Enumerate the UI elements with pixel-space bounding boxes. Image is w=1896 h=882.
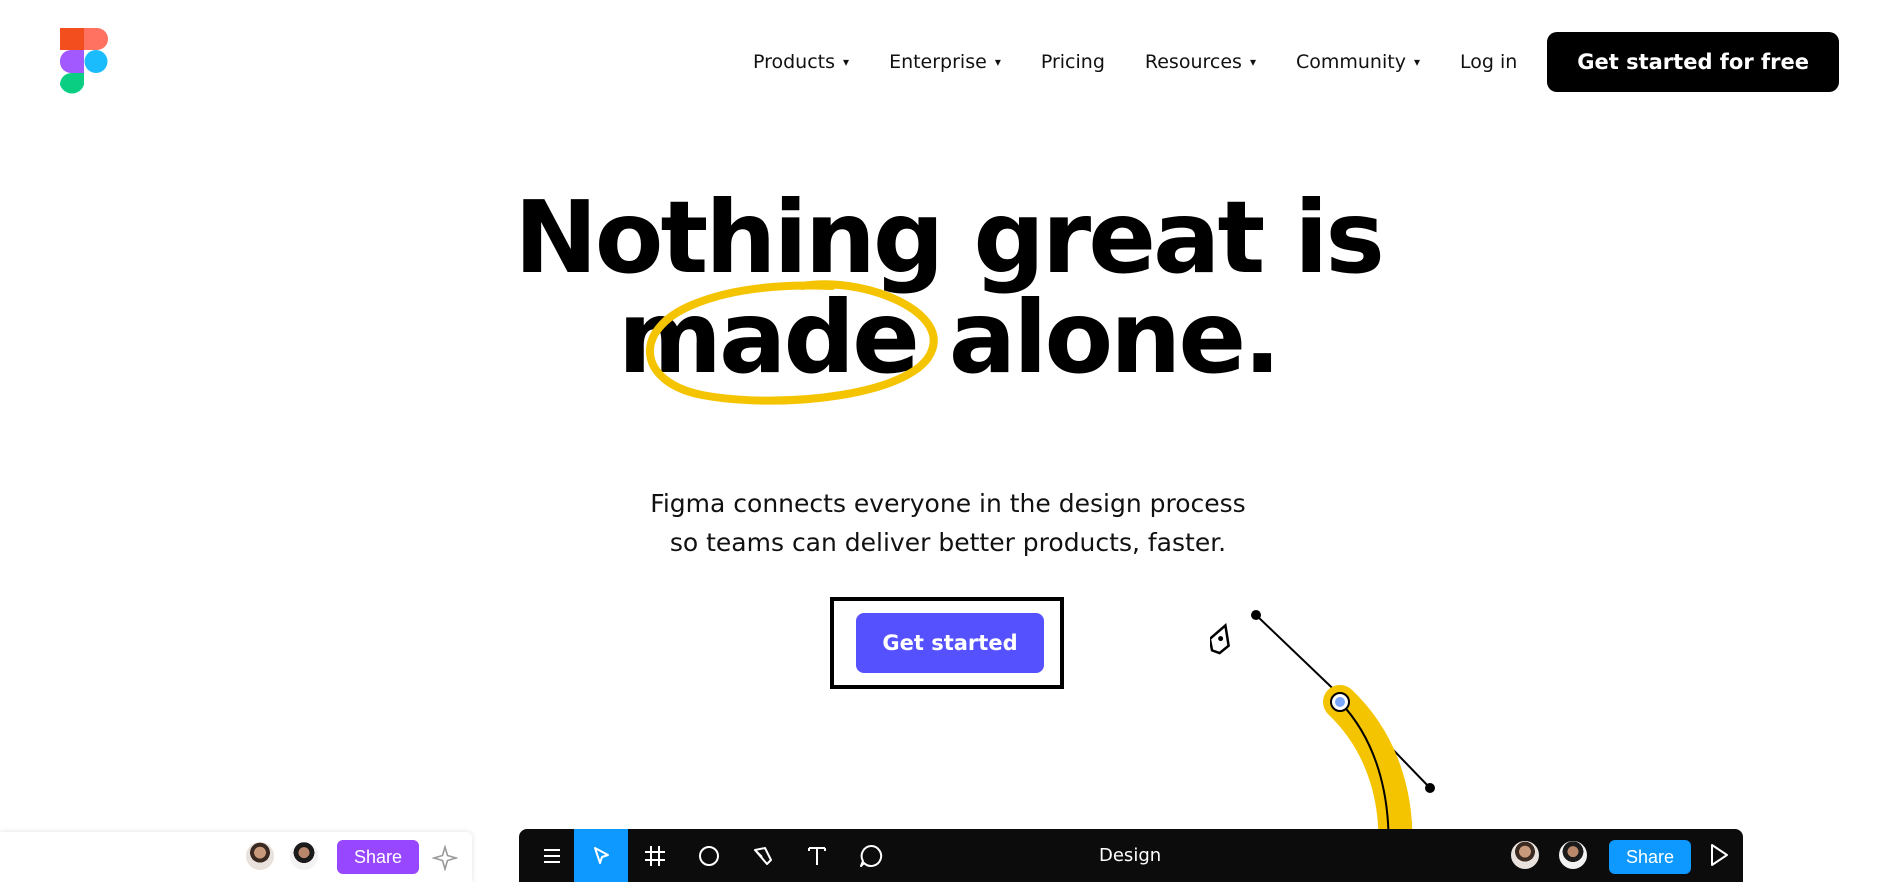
top-nav: Products ▾ Enterprise ▾ Pricing Resource… <box>753 32 1839 92</box>
nav-pricing-label: Pricing <box>1040 51 1105 73</box>
nav-products[interactable]: Products ▾ <box>753 51 849 73</box>
design-tab-label[interactable]: Design <box>1099 829 1161 882</box>
nav-community-label: Community <box>1295 51 1406 73</box>
menu-icon[interactable] <box>525 829 579 882</box>
avatar <box>244 840 276 872</box>
chevron-down-icon: ▾ <box>1249 55 1256 69</box>
get-started-button[interactable]: Get started <box>856 613 1044 673</box>
avatar <box>288 840 320 872</box>
avatar <box>1509 839 1541 871</box>
nav-login-label: Log in <box>1459 51 1518 73</box>
highlight-circle-icon <box>646 280 938 405</box>
figma-logo-icon[interactable] <box>58 26 110 98</box>
hero-subtitle-line1: Figma connects everyone in the design pr… <box>650 489 1246 518</box>
nav-pricing[interactable]: Pricing <box>1041 51 1105 73</box>
nav-resources[interactable]: Resources ▾ <box>1145 51 1256 73</box>
get-started-free-button[interactable]: Get started for free <box>1547 32 1839 92</box>
avatar <box>1557 839 1589 871</box>
text-icon[interactable] <box>790 829 844 882</box>
nav-enterprise[interactable]: Enterprise ▾ <box>889 51 1001 73</box>
nav-products-label: Products <box>752 51 836 73</box>
nav-login[interactable]: Log in <box>1460 51 1517 73</box>
nav-enterprise-label: Enterprise <box>889 51 987 73</box>
comment-icon[interactable] <box>844 829 898 882</box>
hero-heading-line2-rest: alone. <box>916 279 1281 396</box>
sparkle-icon[interactable] <box>432 845 458 871</box>
ellipse-icon[interactable] <box>682 829 736 882</box>
pen-icon[interactable] <box>736 829 790 882</box>
hero-subtitle: Figma connects everyone in the design pr… <box>0 484 1896 562</box>
share-button[interactable]: Share <box>337 840 419 874</box>
chevron-down-icon: ▾ <box>994 55 1001 69</box>
chevron-down-icon: ▾ <box>1413 55 1420 69</box>
hero-subtitle-line2: so teams can deliver better products, fa… <box>669 528 1227 557</box>
frame-icon[interactable] <box>628 829 682 882</box>
play-icon[interactable] <box>1707 842 1731 868</box>
move-icon[interactable] <box>574 829 628 882</box>
nav-resources-label: Resources <box>1144 51 1242 73</box>
design-toolbar: Design Share <box>519 829 1743 882</box>
chevron-down-icon: ▾ <box>843 55 850 69</box>
nav-community[interactable]: Community ▾ <box>1296 51 1420 73</box>
pen-cursor-icon <box>1210 623 1230 655</box>
share-button[interactable]: Share <box>1609 840 1691 874</box>
